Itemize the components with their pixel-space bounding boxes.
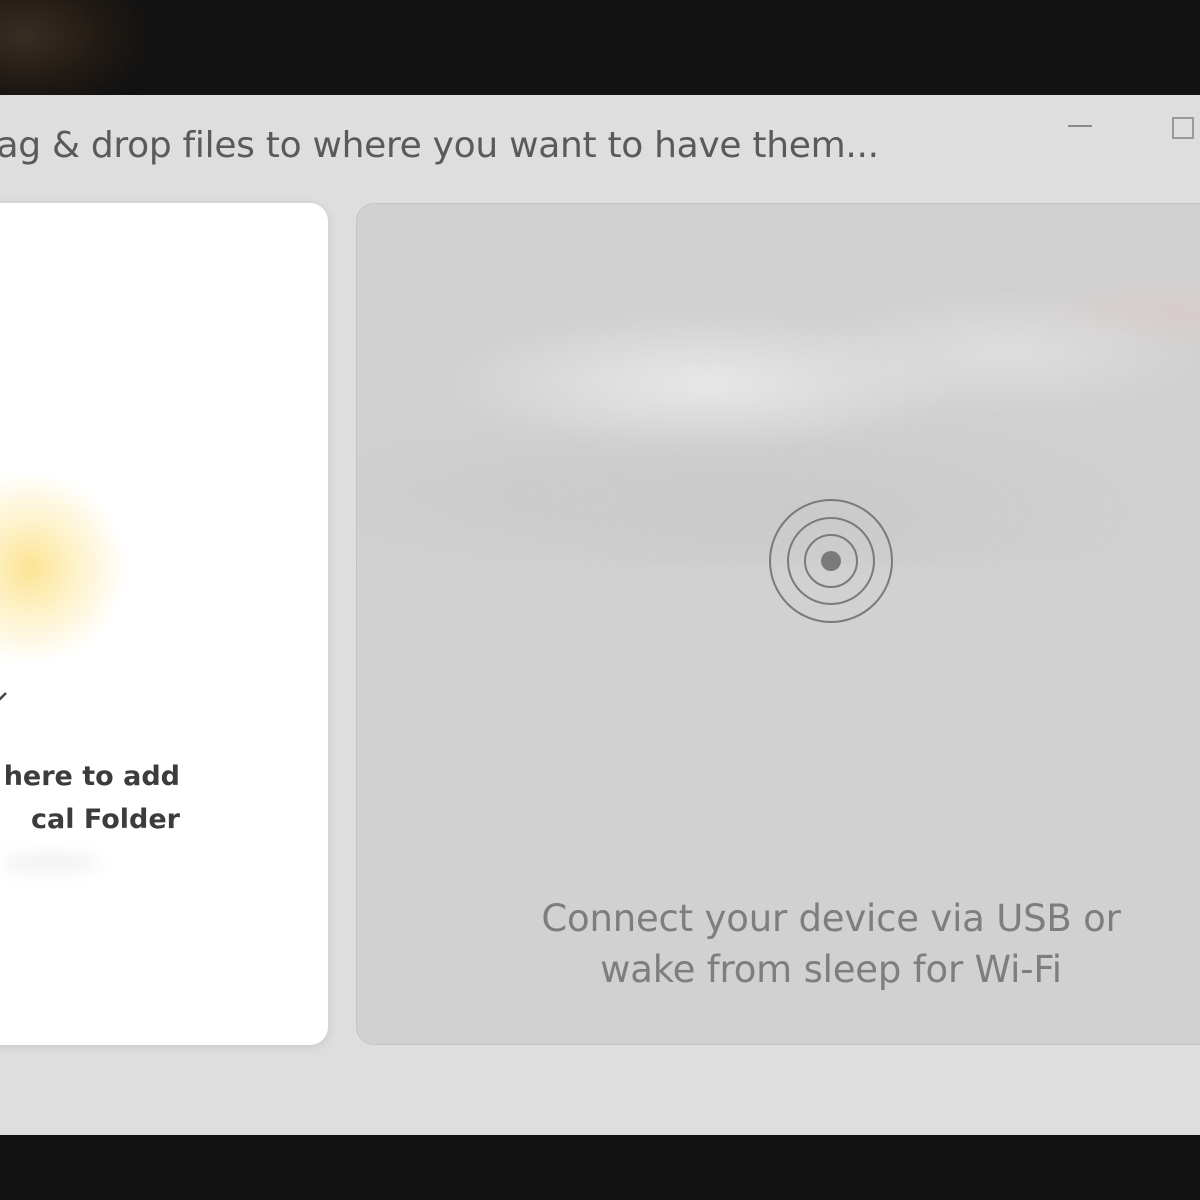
minimize-button[interactable] [1068,125,1092,127]
desktop-background: rag & drop files to where you want to ha… [0,0,1200,1200]
maximize-button[interactable] [1172,117,1194,139]
wallpaper-shape [0,0,150,110]
local-folder-drop-zone[interactable]: s here to add cal Folder [0,203,328,1045]
device-message-line1: Connect your device via USB or [541,897,1121,940]
drop-zone-label-line2: cal Folder [31,804,180,835]
drop-zone-label: s here to add cal Folder [0,755,180,841]
label-shadow [0,853,100,873]
download-arrow-icon [0,692,7,701]
device-connect-message: Connect your device via USB or wake from… [356,893,1200,995]
device-drop-zone[interactable]: Connect your device via USB or wake from… [356,203,1200,1045]
device-message-line2: wake from sleep for Wi-Fi [600,948,1062,991]
window-title: rag & drop files to where you want to ha… [0,125,879,166]
app-window: rag & drop files to where you want to ha… [0,95,1200,1135]
signal-rings-icon [769,499,893,623]
drop-zone-label-line1: s here to add [0,761,180,792]
